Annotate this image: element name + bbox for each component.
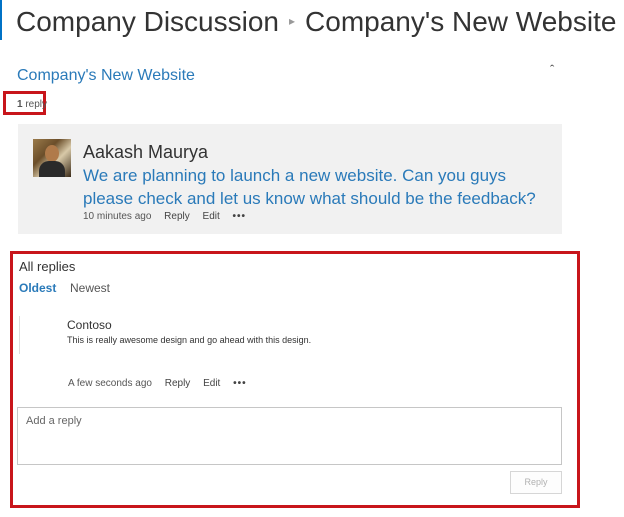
post-meta: 10 minutes ago Reply Edit ••• xyxy=(83,211,256,222)
reply-divider xyxy=(19,316,20,354)
original-post: Aakash Maurya We are planning to launch … xyxy=(18,124,562,234)
reply-timestamp: A few seconds ago xyxy=(68,378,152,389)
breadcrumb: Company Discussion ▸ Company's New Website xyxy=(16,6,616,38)
thread-title[interactable]: Company's New Website xyxy=(17,67,195,85)
breadcrumb-parent[interactable]: Company Discussion xyxy=(16,6,279,37)
breadcrumb-separator-icon: ▸ xyxy=(289,13,296,28)
avatar-face xyxy=(45,145,59,162)
ellipsis-icon[interactable]: ••• xyxy=(233,211,247,222)
reply-count-label: reply xyxy=(22,99,48,110)
add-reply-placeholder: Add a reply xyxy=(26,415,82,427)
reply-meta: A few seconds ago Reply Edit ••• xyxy=(68,378,257,389)
post-reply-link[interactable]: Reply xyxy=(164,211,190,222)
reply-submit-button[interactable]: Reply xyxy=(510,471,562,494)
post-body: We are planning to launch a new website.… xyxy=(83,166,536,208)
post-edit-link[interactable]: Edit xyxy=(203,211,220,222)
sort-oldest-tab[interactable]: Oldest xyxy=(19,281,56,295)
reply-body: This is really awesome design and go ahe… xyxy=(67,335,312,345)
post-timestamp: 10 minutes ago xyxy=(83,211,152,222)
reply-edit-link[interactable]: Edit xyxy=(203,378,220,389)
ellipsis-icon[interactable]: ••• xyxy=(233,378,247,389)
breadcrumb-current: Company's New Website xyxy=(305,6,617,37)
left-accent-rule xyxy=(0,0,2,40)
reply-count: 1 reply xyxy=(17,99,47,110)
all-replies-heading: All replies xyxy=(19,259,76,274)
add-reply-input[interactable]: Add a reply xyxy=(17,407,562,465)
reply-reply-link[interactable]: Reply xyxy=(165,378,191,389)
chevron-up-icon[interactable]: ˆ xyxy=(550,62,554,77)
avatar[interactable] xyxy=(33,139,71,177)
reply-author[interactable]: Contoso xyxy=(67,318,112,332)
avatar-body xyxy=(39,161,65,177)
post-author[interactable]: Aakash Maurya xyxy=(83,142,208,163)
sort-newest-tab[interactable]: Newest xyxy=(70,281,110,295)
